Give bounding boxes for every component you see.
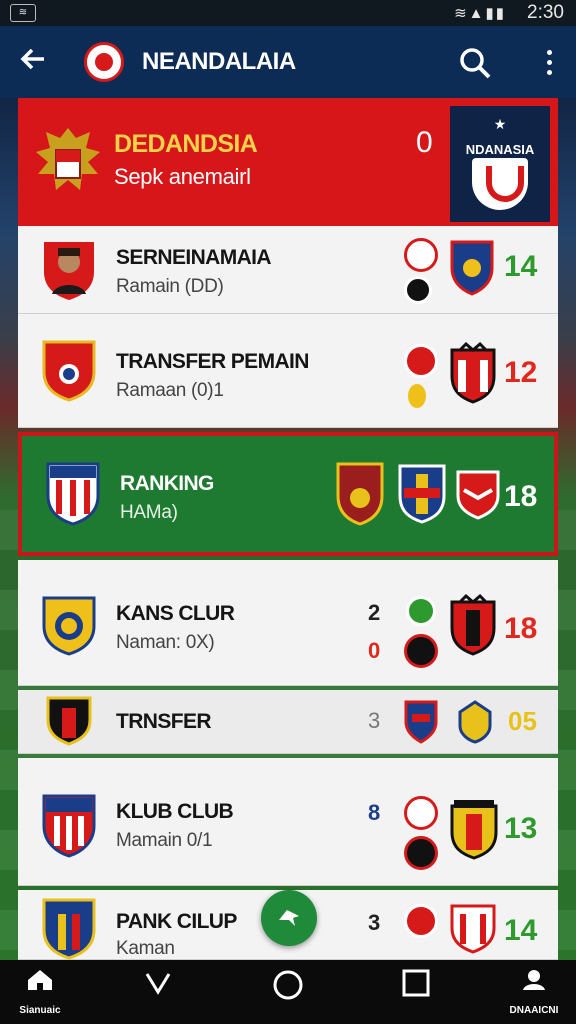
garuda-crest-icon	[32, 124, 104, 196]
list-item[interactable]: KANS CLUR Naman: 0X) 2 0 18	[18, 560, 558, 686]
clock: 2:30	[527, 2, 564, 23]
search-icon[interactable]	[458, 46, 492, 80]
featured-club-subtitle: Sepk anemairl	[114, 164, 251, 189]
item-value: 13	[504, 812, 538, 845]
item-mid: 8	[368, 800, 381, 825]
club-crest-icon	[42, 898, 96, 960]
item-value: 18	[504, 612, 538, 645]
club-crest-icon	[398, 464, 446, 526]
featured-club-card[interactable]: DEDANDSIA Sepk anemairl 0 ★ NDANASIA	[18, 98, 558, 226]
toolbar-title: NEANDALAIA	[142, 48, 296, 75]
featured-club-name: DEDANDSIA	[114, 130, 258, 158]
item-name: KLUB CLUB	[116, 800, 234, 823]
item-value: 05	[508, 706, 537, 736]
club-mini-icon	[404, 634, 438, 668]
club-crest-icon	[336, 462, 384, 528]
circle-home-icon[interactable]	[258, 968, 318, 1016]
player-avatar	[42, 238, 96, 300]
more-vert-icon[interactable]	[542, 46, 556, 80]
club-mini-icon	[406, 596, 436, 626]
item-name: TRANSFER PEMAIN	[116, 350, 309, 373]
nation-badge: ★ NDANASIA	[450, 106, 550, 222]
club-crest-icon	[42, 592, 96, 656]
item-subtitle: Ramain (DD)	[116, 276, 224, 297]
notification-icon: ≋	[10, 4, 36, 22]
club-crest-icon	[450, 341, 496, 404]
club-mini-icon	[404, 836, 438, 870]
nav-profile-label: DNAAICNI	[509, 1005, 559, 1016]
floating-action-button[interactable]	[261, 890, 317, 946]
item-mid: 3	[368, 708, 381, 733]
star-icon: ★	[493, 116, 507, 132]
list-item-selected[interactable]: RANKING HAMa) 18	[18, 432, 558, 556]
club-logo	[84, 42, 124, 82]
club-crest-icon	[458, 700, 492, 744]
item-subtitle: Ramaan (0)1	[116, 380, 224, 401]
nav-home[interactable]: Sianuaic	[10, 968, 70, 1016]
item-mid-bottom: 0	[368, 638, 381, 663]
club-crest-icon	[42, 790, 96, 858]
app-toolbar: NEANDALAIA	[0, 26, 576, 98]
nav-home-label: Sianuaic	[19, 1005, 61, 1016]
club-mini-icon	[408, 384, 426, 408]
item-subtitle: Kaman	[116, 938, 175, 959]
club-crest-icon	[450, 240, 494, 296]
recents-icon[interactable]	[386, 968, 446, 1016]
back-arrow-icon[interactable]	[18, 44, 48, 82]
item-name: SERNEINAMAIA	[116, 246, 272, 269]
signal-icon: ≋▲▮▮	[454, 5, 506, 22]
add-icon	[279, 910, 299, 926]
list-item[interactable]: TRNSFER 3 05	[18, 690, 558, 754]
list-item[interactable]: TRANSFER PEMAIN Ramaan (0)1 12	[18, 314, 558, 428]
item-value: 14	[504, 250, 538, 283]
item-name: TRNSFER	[116, 710, 212, 733]
club-crest-icon	[46, 696, 92, 748]
profile-icon	[523, 970, 545, 990]
item-value: 12	[504, 356, 538, 389]
back-nav-icon[interactable]	[128, 968, 188, 1016]
club-mini-icon	[404, 904, 438, 938]
nav-profile[interactable]: DNAAICNI	[504, 968, 564, 1016]
club-crest-icon	[450, 798, 498, 860]
item-subtitle: Naman: 0X)	[116, 632, 215, 653]
list-item[interactable]: KLUB CLUB Mamain 0/1 8 13	[18, 758, 558, 886]
club-crest-icon	[456, 470, 500, 522]
club-crest-icon	[404, 700, 438, 744]
item-subtitle: Mamain 0/1	[116, 830, 213, 851]
club-mini-icon	[404, 276, 432, 304]
bottom-navigation-bar: Sianuaic DNAAICNI	[0, 960, 576, 1024]
item-value: 18	[504, 480, 538, 513]
list-item[interactable]: SERNEINAMAIA Ramain (DD) 14	[18, 226, 558, 314]
club-mini-icon	[404, 344, 438, 378]
club-crest-icon	[42, 340, 96, 402]
nation-shield-icon	[472, 158, 528, 210]
item-mid: 3	[368, 910, 381, 935]
club-crest-icon	[450, 902, 496, 956]
featured-club-value: 0	[416, 126, 433, 159]
club-crest-icon	[450, 593, 496, 656]
club-crest-icon	[46, 462, 100, 526]
item-mid-top: 2	[368, 600, 381, 625]
status-bar: ≋ ≋▲▮▮ 2:30	[0, 0, 576, 26]
club-mini-icon	[404, 796, 438, 830]
home-icon	[28, 970, 52, 990]
item-name: RANKING	[120, 472, 214, 495]
item-name: KANS CLUR	[116, 602, 235, 625]
item-value: 14	[504, 914, 538, 947]
item-subtitle: HAMa)	[120, 502, 178, 523]
club-mini-icon	[404, 238, 438, 272]
nation-badge-label: NDANASIA	[465, 142, 535, 157]
item-name: PANK CILUP	[116, 910, 237, 933]
